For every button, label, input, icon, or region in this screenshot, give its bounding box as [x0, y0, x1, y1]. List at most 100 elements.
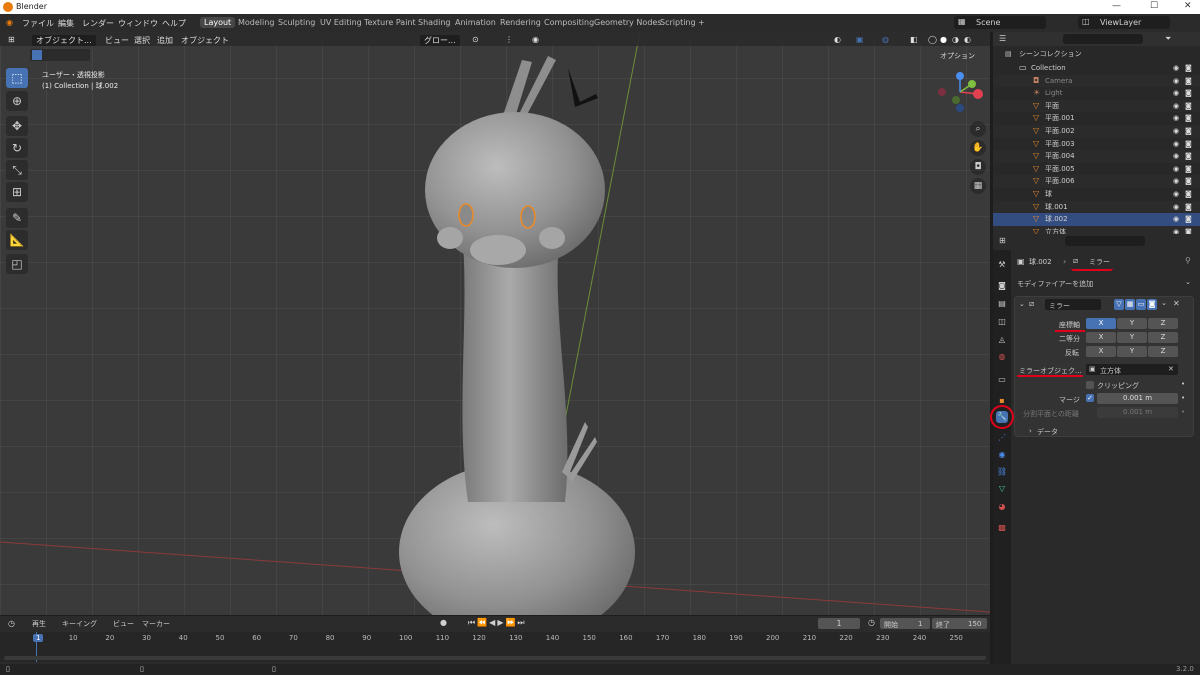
bisect-z-toggle[interactable]: Z: [1148, 332, 1178, 343]
properties-search-input[interactable]: [1065, 236, 1145, 246]
transform-orientation[interactable]: グロー...: [420, 35, 460, 46]
perspective-grid-icon[interactable]: ▦: [970, 178, 986, 194]
camera-view-icon[interactable]: ◘: [970, 159, 986, 175]
render-tab-icon[interactable]: ◙: [996, 280, 1008, 292]
add-cube-tool[interactable]: ◰: [6, 254, 28, 274]
flip-z-toggle[interactable]: Z: [1148, 346, 1178, 357]
tab-geometry-nodes[interactable]: Geometry Nodes: [590, 17, 665, 28]
overlay-icon[interactable]: ◍: [882, 35, 889, 44]
menu-file[interactable]: ファイル: [22, 18, 54, 29]
menu-object[interactable]: オブジェクト: [181, 35, 229, 46]
outliner-search-input[interactable]: [1063, 34, 1143, 44]
render-visibility-icon[interactable]: ◙: [1185, 150, 1192, 163]
mirror-object-field[interactable]: ▣ 立方体 ✕: [1086, 364, 1178, 375]
bisect-distance-field[interactable]: 0.001 m: [1097, 407, 1178, 418]
data-subpanel-chevron-icon[interactable]: ›: [1029, 427, 1032, 435]
on-cage-toggle-icon[interactable]: ▦: [1125, 299, 1135, 310]
visibility-eye-icon[interactable]: ◉: [1173, 201, 1179, 214]
start-frame-field[interactable]: 開始 1: [880, 618, 930, 629]
minimize-icon[interactable]: —: [1112, 1, 1121, 11]
outliner-row[interactable]: ▽ 平面 ◉ ◙: [993, 99, 1200, 113]
render-visibility-icon[interactable]: ◙: [1185, 125, 1192, 138]
rotate-tool[interactable]: ↻: [6, 138, 28, 158]
menu-render[interactable]: レンダー: [82, 18, 114, 29]
outliner-row[interactable]: ▽ 平面.004 ◉ ◙: [993, 150, 1200, 163]
menu-window[interactable]: ウィンドウ: [118, 18, 158, 29]
close-icon[interactable]: ✕: [1184, 1, 1192, 11]
menu-playback[interactable]: 再生: [32, 619, 46, 629]
axis-x-toggle[interactable]: X: [1086, 318, 1116, 329]
menu-view[interactable]: ビュー: [113, 619, 134, 629]
playback-controls[interactable]: ⏮⏪◀▶⏩⏭: [468, 618, 527, 628]
physics-tab-icon[interactable]: ◉: [996, 449, 1008, 461]
bisect-x-toggle[interactable]: X: [1086, 332, 1116, 343]
visibility-eye-icon[interactable]: ◉: [1173, 175, 1179, 188]
scene-collection-row[interactable]: ▤ シーンコレクション: [993, 48, 1200, 61]
pan-hand-icon[interactable]: ✋: [970, 140, 986, 156]
shading-rendered-icon[interactable]: ◐: [964, 35, 971, 44]
select-new-icon[interactable]: [32, 50, 42, 60]
outliner-row[interactable]: ▽ 平面.003 ◉ ◙: [993, 138, 1200, 151]
menu-add[interactable]: 追加: [157, 35, 173, 46]
tab-rendering[interactable]: Rendering: [496, 17, 545, 28]
modifier-name-field[interactable]: ミラー: [1045, 299, 1101, 310]
material-tab-icon[interactable]: ◕: [996, 501, 1008, 513]
menu-help[interactable]: ヘルプ: [162, 18, 186, 29]
outliner-panel[interactable]: ☰ ⏷ ▤ シーンコレクション ▭ Collection ◉ ◙ ◘ Camera ◉ ◙ ☀ L…: [993, 32, 1200, 239]
proportional-edit-icon[interactable]: ◉: [532, 35, 539, 44]
maximize-icon[interactable]: ☐: [1150, 1, 1158, 11]
measure-tool[interactable]: 📐: [6, 230, 28, 250]
flip-x-toggle[interactable]: X: [1086, 346, 1116, 357]
editor-type-icon[interactable]: ⊞: [8, 35, 15, 44]
flip-y-toggle[interactable]: Y: [1117, 346, 1147, 357]
outliner-row[interactable]: ▭ Collection ◉ ◙: [993, 62, 1200, 75]
blender-menu-icon[interactable]: ◉: [6, 18, 13, 27]
keyframe-dot-icon[interactable]: •: [1181, 380, 1185, 388]
menu-marker[interactable]: マーカー: [142, 619, 170, 629]
visibility-eye-icon[interactable]: ◉: [1173, 112, 1179, 125]
outliner-row[interactable]: ▽ 球 ◉ ◙: [993, 188, 1200, 201]
viewport-toggle-icon[interactable]: ▭: [1136, 299, 1146, 310]
properties-panel[interactable]: ⊞ ▣ 球.002 › ⧄ ミラー ⚲ モディファイアーを追加 ⌄ ⌄ ⧄ ミラ…: [993, 234, 1200, 664]
render-visibility-icon[interactable]: ◙: [1185, 62, 1192, 75]
tab-sculpting[interactable]: Sculpting: [274, 17, 319, 28]
timeline-editor-icon[interactable]: ◷: [8, 619, 15, 628]
outliner-row[interactable]: ◘ Camera ◉ ◙: [993, 74, 1200, 88]
menu-select[interactable]: 選択: [134, 35, 150, 46]
tool-tab-icon[interactable]: ⚒: [996, 259, 1008, 271]
visibility-eye-icon[interactable]: ◉: [1173, 188, 1179, 201]
shading-material-icon[interactable]: ◑: [952, 35, 959, 44]
outliner-row[interactable]: ▽ 平面.002 ◉ ◙: [993, 125, 1200, 138]
render-toggle-icon[interactable]: ◙: [1147, 299, 1157, 310]
render-visibility-icon[interactable]: ◙: [1185, 163, 1192, 176]
scene-selector[interactable]: ▦ Scene: [954, 16, 1046, 29]
clear-field-icon[interactable]: ✕: [1168, 365, 1174, 373]
tab-modeling[interactable]: Modeling: [234, 17, 278, 28]
axis-y-toggle[interactable]: Y: [1117, 318, 1147, 329]
outliner-row[interactable]: ▽ 球.002 ◉ ◙: [993, 213, 1200, 226]
tab-animation[interactable]: Animation: [451, 17, 500, 28]
visibility-eye-icon[interactable]: ◉: [1173, 163, 1179, 176]
render-visibility-icon[interactable]: ◙: [1185, 175, 1192, 188]
menu-keying[interactable]: キーイング: [62, 619, 97, 629]
properties-editor-icon[interactable]: ⊞: [999, 236, 1006, 245]
tab-texture-paint[interactable]: Texture Paint: [360, 17, 420, 28]
snap-icon[interactable]: ⋮: [505, 35, 513, 44]
menu-view[interactable]: ビュー: [105, 35, 129, 46]
pivot-icon[interactable]: ⊙: [472, 35, 479, 44]
output-tab-icon[interactable]: ▤: [996, 298, 1008, 310]
shading-solid-icon[interactable]: ●: [940, 35, 947, 44]
visibility-eye-icon[interactable]: ◉: [1173, 138, 1179, 151]
record-icon[interactable]: ●: [440, 618, 447, 627]
data-tab-icon[interactable]: ▽: [996, 483, 1008, 495]
select-box-tool[interactable]: ⬚: [6, 68, 28, 88]
filter-icon[interactable]: ⏷: [1165, 34, 1171, 44]
collection-tab-icon[interactable]: ▭: [996, 374, 1008, 386]
selection-mode-buttons[interactable]: [30, 49, 90, 61]
add-modifier-button[interactable]: モディファイアーを追加 ⌄: [1013, 277, 1198, 289]
gizmo-icon[interactable]: ▣: [856, 35, 864, 44]
keyframe-dot-icon[interactable]: •: [1181, 408, 1185, 416]
clock-icon[interactable]: ◷: [868, 618, 875, 627]
timeline-scrollbar[interactable]: [4, 656, 986, 660]
tab-shading[interactable]: Shading: [414, 17, 455, 28]
